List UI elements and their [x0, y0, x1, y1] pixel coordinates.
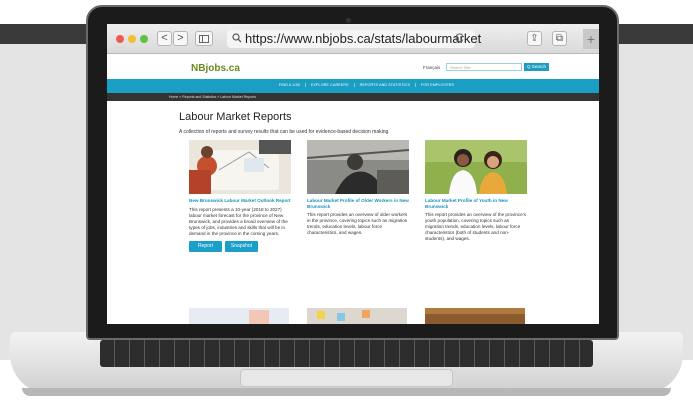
report-thumbnail-row2-2[interactable] [307, 308, 407, 324]
report-thumbnail-older-workers[interactable] [307, 140, 409, 194]
breadcrumb[interactable]: Home » Reports and Statistics » Labour M… [169, 95, 256, 99]
back-button[interactable]: < [157, 31, 172, 46]
report-card-older-workers: Labour Market Profile of Older Workers i… [307, 140, 409, 236]
maximize-window-button[interactable] [140, 35, 148, 43]
report-thumbnail-youth[interactable] [425, 140, 527, 194]
site-search-input[interactable]: Search Site [446, 63, 522, 71]
page-subtitle: A collection of reports and survey resul… [179, 129, 390, 135]
card-text-older-workers: This report provides an overview of olde… [307, 212, 408, 236]
card-text-youth: This report provides an overview of the … [425, 212, 526, 242]
sidebar-toggle-button[interactable] [195, 31, 213, 46]
tabs-overview-button[interactable]: ⧉ [552, 31, 567, 46]
people-at-desk-image [189, 140, 291, 194]
nav-find-a-job[interactable]: FIND A JOB [274, 83, 306, 87]
webcam [346, 18, 351, 23]
office-image [189, 308, 289, 324]
laptop-screen: < > https://www.nbjobs.ca/stats/labourma… [107, 24, 599, 324]
card-title-youth[interactable]: Labour Market Profile of Youth in New Br… [425, 198, 527, 209]
sidebar-icon [199, 35, 209, 43]
report-card-outlook: New Brunswick Labour Market Outlook Repo… [189, 140, 291, 252]
card-title-older-workers[interactable]: Labour Market Profile of Older Workers i… [307, 198, 409, 209]
reload-button[interactable]: C [455, 31, 464, 45]
snapshot-button[interactable]: Snapshot [225, 240, 258, 252]
report-thumbnail-row2-3[interactable] [425, 308, 525, 324]
nav-for-employers[interactable]: FOR EMPLOYERS [416, 83, 459, 87]
url-text: https://www.nbjobs.ca/stats/labourmarket [245, 31, 482, 46]
report-card-youth: Labour Market Profile of Youth in New Br… [425, 140, 527, 242]
nav-reports-and-statistics[interactable]: REPORTS AND STATISTICS [355, 83, 417, 87]
sticky-notes-image [307, 308, 407, 324]
website-content: NBjobs.ca Français Search Site Q Search … [107, 54, 599, 324]
address-bar[interactable]: https://www.nbjobs.ca/stats/labourmarket… [227, 30, 481, 48]
breadcrumb-bar: Home » Reports and Statistics » Labour M… [107, 93, 599, 101]
site-search-button[interactable]: Q Search [524, 63, 549, 71]
laptop-keyboard [100, 340, 593, 367]
workshop-image [425, 308, 525, 324]
report-thumbnail-row2-1[interactable] [189, 308, 289, 324]
minimize-window-button[interactable] [128, 35, 136, 43]
browser-toolbar: < > https://www.nbjobs.ca/stats/labourma… [107, 24, 599, 54]
main-navigation: FIND A JOB EXPLORE CAREERS REPORTS AND S… [107, 79, 599, 93]
forward-button[interactable]: > [173, 31, 188, 46]
language-link[interactable]: Français [423, 65, 440, 70]
page-title: Labour Market Reports [179, 111, 292, 123]
report-thumbnail-outlook[interactable] [189, 140, 291, 194]
laptop-trackpad [240, 369, 453, 387]
card-text-outlook: This report presents a 10-year (2018 to … [189, 206, 288, 236]
young-people-image [425, 140, 527, 194]
search-icon [232, 33, 242, 43]
card-title-outlook[interactable]: New Brunswick Labour Market Outlook Repo… [189, 198, 291, 204]
new-tab-button[interactable]: + [583, 29, 599, 49]
nav-explore-careers[interactable]: EXPLORE CAREERS [306, 83, 355, 87]
share-button[interactable]: ⇪ [527, 31, 542, 46]
report-button[interactable]: Report [189, 240, 222, 252]
laptop-base-lip [22, 388, 671, 396]
older-worker-image [307, 140, 409, 194]
close-window-button[interactable] [116, 35, 124, 43]
site-logo[interactable]: NBjobs.ca [191, 63, 240, 74]
